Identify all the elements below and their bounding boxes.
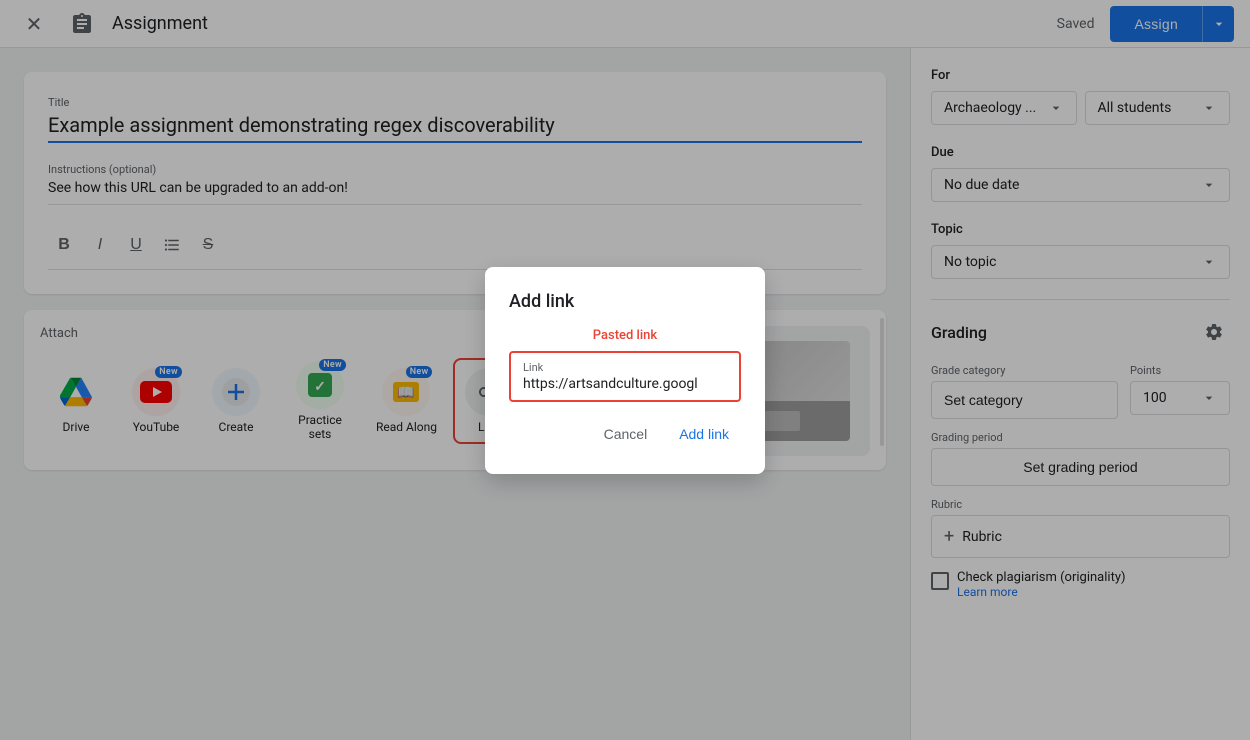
link-field-label: Link (523, 361, 727, 374)
link-field-value[interactable]: https://artsandculture.googl (523, 376, 727, 392)
modal-actions: Cancel Add link (509, 418, 741, 450)
modal-overlay: Add link Pasted link Link https://artsan… (0, 0, 1250, 740)
modal-title: Add link (509, 291, 741, 312)
link-input-group: Link https://artsandculture.googl (509, 351, 741, 402)
cancel-button[interactable]: Cancel (592, 418, 660, 450)
pasted-link-label: Pasted link (509, 328, 741, 343)
add-link-modal: Add link Pasted link Link https://artsan… (485, 267, 765, 474)
add-link-button[interactable]: Add link (667, 418, 741, 450)
